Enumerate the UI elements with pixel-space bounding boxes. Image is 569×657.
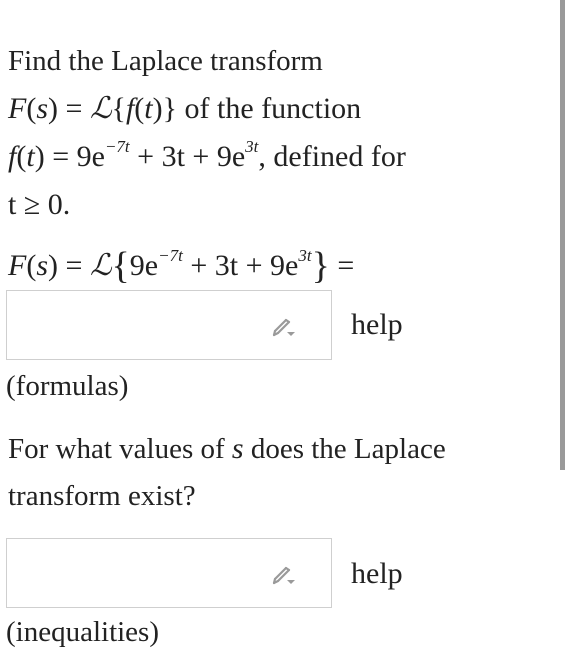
math-t: t [144,92,153,125]
problem-text-line-2: F(s) = ℒ{f(t)} of the function [8,92,361,126]
math-equals: = [65,92,83,125]
math-paren: ( [26,92,37,125]
math-term-1: 9e [76,140,105,173]
math-F: F [8,249,27,282]
math-s: s [231,432,244,465]
answer-input-laplace[interactable] [6,290,332,360]
math-exponent-1: −7t [104,137,130,156]
math-term-2: 3t [214,249,239,282]
question-2-text-c: transform exist? [8,480,196,512]
laplace-operator: ℒ [89,248,112,283]
math-paren: ) [152,92,163,125]
math-exponent-3: 3t [298,246,312,265]
math-term-1: 9e [129,249,159,282]
domain-condition: t ≥ 0. [8,188,71,221]
math-paren: ) [48,249,59,282]
math-plus: + [190,249,208,282]
problem-text-line-4: t ≥ 0. [8,188,70,222]
math-brace: { [111,92,126,125]
question-2-text-a: For what values of [8,433,225,465]
math-s: s [36,92,49,125]
math-paren: ( [134,92,145,125]
math-plus: + [245,249,263,282]
math-plus: + [192,140,210,173]
problem-text-of-function: of the function [184,92,362,125]
answer-input-inequalities[interactable] [6,538,332,608]
question-2-line-1: For what values of s does the Laplace [8,432,446,466]
math-s: s [36,249,49,282]
math-equals: = [337,249,355,282]
math-brace: { [111,245,130,287]
laplace-operator: ℒ [89,91,112,126]
math-term-2: 3t [161,140,185,173]
math-paren: ( [26,249,37,282]
problem-text-line-3: f(t) = 9e−7t + 3t + 9e3t, defined for [8,137,406,174]
question-2-text-b: does the Laplace [250,433,446,465]
inequalities-hint[interactable]: (inequalities) [6,615,159,649]
math-brace: } [311,245,330,287]
problem-text-line-1: Find the Laplace transform [8,44,323,78]
math-plus: + [137,140,155,173]
math-equals: = [52,140,70,173]
problem-text-defined-for: , defined for [258,140,406,173]
math-paren: ) [34,140,45,173]
formulas-hint[interactable]: (formulas) [6,369,128,403]
pencil-icon[interactable] [269,311,297,339]
scrollbar[interactable] [560,0,565,470]
math-exponent-1: −7t [158,246,183,265]
math-paren: ( [16,140,27,173]
math-F: F [8,92,27,125]
math-equals: = [65,249,83,282]
math-t: t [26,140,35,173]
math-term-3: 9e [216,140,246,173]
problem-intro-text: Find the Laplace transform [8,45,323,77]
help-link-formulas[interactable]: help [351,308,403,342]
pencil-icon[interactable] [269,559,297,587]
laplace-equation: F(s) = ℒ{9e−7t + 3t + 9e3t} = [8,246,355,285]
math-brace: } [162,92,178,125]
math-exponent-3: 3t [245,137,259,156]
help-link-inequalities[interactable]: help [351,557,403,591]
math-term-3: 9e [270,249,299,282]
question-2-line-2: transform exist? [8,479,196,513]
math-paren: ) [48,92,59,125]
